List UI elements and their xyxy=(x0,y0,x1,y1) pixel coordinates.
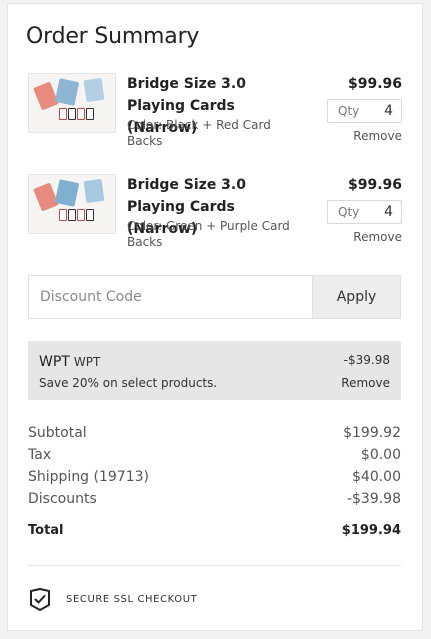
applied-promo: WPT WPT Save 20% on select products. -$39… xyxy=(28,341,401,400)
item-price: $99.96 xyxy=(347,177,402,193)
item-price: $99.96 xyxy=(347,76,402,92)
apply-discount-button[interactable]: Apply xyxy=(312,276,400,318)
remove-item-link[interactable]: Remove xyxy=(353,230,402,244)
subtotal-row: Subtotal $199.92 xyxy=(28,423,401,445)
order-summary-panel: Order Summary Bridge Size 3.0 Playing Ca… xyxy=(7,3,423,631)
subtotal-value: $199.92 xyxy=(343,425,401,441)
page-title: Order Summary xyxy=(26,24,200,49)
shipping-label: Shipping (19713) xyxy=(28,469,149,485)
discounts-row: Discounts -$39.98 xyxy=(28,489,401,511)
subtotal-label: Subtotal xyxy=(28,425,87,441)
product-image xyxy=(28,73,116,133)
product-image xyxy=(28,174,116,234)
tax-row: Tax $0.00 xyxy=(28,445,401,467)
promo-amount: -$39.98 xyxy=(343,353,390,367)
promo-code-title: WPT xyxy=(39,354,70,370)
item-variant: Color: Green + Purple Card Backs xyxy=(127,219,290,249)
shield-check-icon xyxy=(30,588,50,611)
tax-value: $0.00 xyxy=(360,447,401,463)
tax-label: Tax xyxy=(28,447,52,463)
totals-section: Subtotal $199.92 Tax $0.00 Shipping (197… xyxy=(28,423,401,543)
quantity-stepper[interactable]: Qty 4 xyxy=(327,200,402,224)
secure-checkout-label: SECURE SSL CHECKOUT xyxy=(66,594,198,605)
qty-value[interactable]: 4 xyxy=(384,103,393,119)
total-label: Total xyxy=(28,523,64,538)
promo-description: Save 20% on select products. xyxy=(39,376,218,390)
discount-code-form: Discount Code Apply xyxy=(28,275,401,319)
qty-label: Qty xyxy=(338,104,360,118)
secure-checkout-badge: SECURE SSL CHECKOUT xyxy=(28,587,401,613)
remove-promo-link[interactable]: Remove xyxy=(341,376,390,390)
total-row: Total $199.94 xyxy=(28,521,401,543)
promo-code: WPT WPT xyxy=(39,354,100,370)
discounts-label: Discounts xyxy=(28,491,97,507)
shipping-row: Shipping (19713) $40.00 xyxy=(28,467,401,489)
shipping-value: $40.00 xyxy=(352,469,401,485)
qty-value[interactable]: 4 xyxy=(384,204,393,220)
total-value: $199.94 xyxy=(341,523,401,538)
cart-item: Bridge Size 3.0 Playing Cards (Narrow) C… xyxy=(28,73,402,153)
cart-item: Bridge Size 3.0 Playing Cards (Narrow) C… xyxy=(28,174,402,254)
remove-item-link[interactable]: Remove xyxy=(353,129,402,143)
item-variant: Color: Black + Red Card Backs xyxy=(127,118,271,148)
discount-code-input[interactable]: Discount Code xyxy=(40,289,142,305)
divider xyxy=(28,565,401,566)
discounts-value: -$39.98 xyxy=(346,491,401,507)
promo-code-tag: WPT xyxy=(73,355,101,369)
quantity-stepper[interactable]: Qty 4 xyxy=(327,99,402,123)
qty-label: Qty xyxy=(338,205,360,219)
